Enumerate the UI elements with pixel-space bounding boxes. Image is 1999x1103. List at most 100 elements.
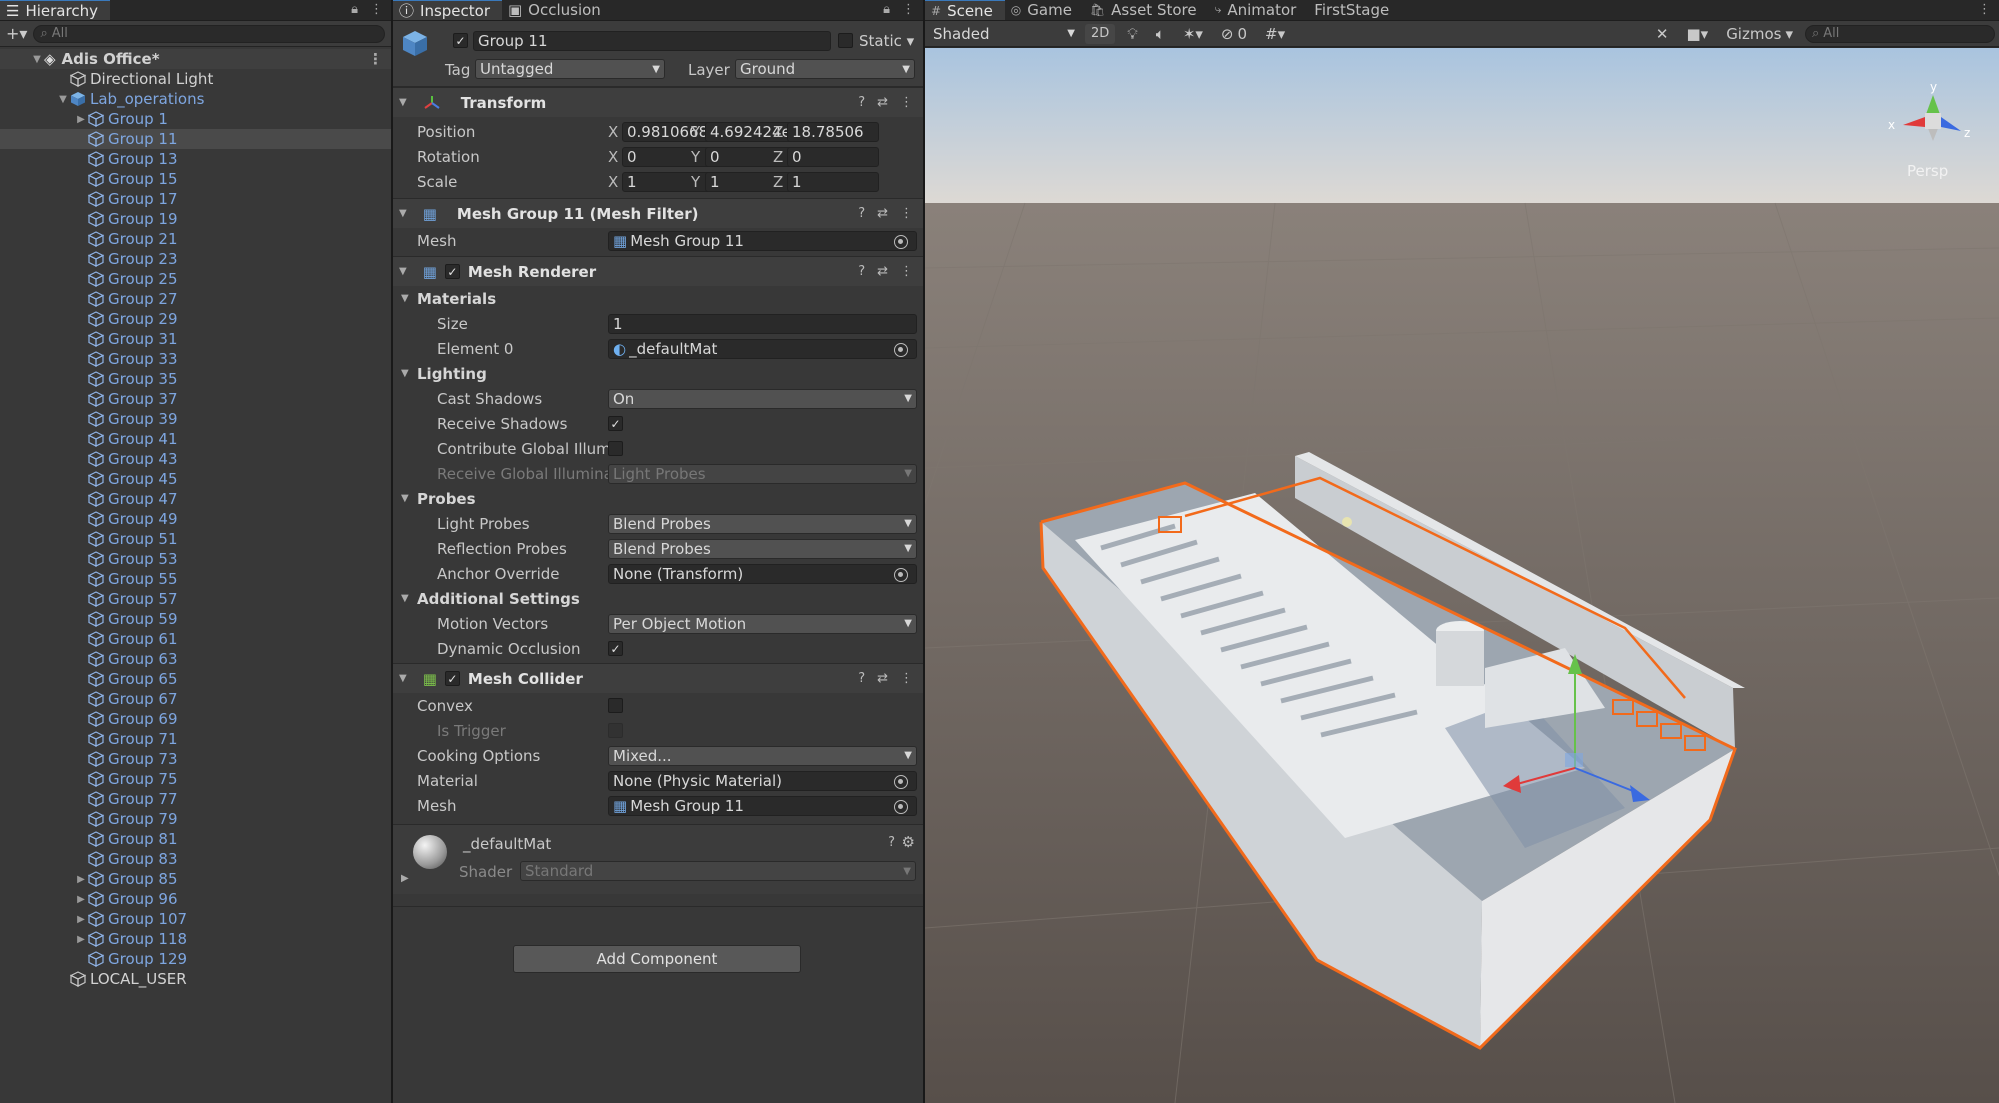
rotation-z-field[interactable]: 0 [787,146,879,167]
mesh-collider-enabled-checkbox[interactable]: ✓ [444,671,460,686]
scene-viewport[interactable]: y x z Persp [925,48,1999,1103]
hierarchy-item-group[interactable]: Group 27 [0,289,391,309]
receive-shadows-checkbox[interactable]: ✓ [608,416,623,431]
dynamic-occlusion-checkbox[interactable]: ✓ [608,641,623,656]
physic-material-object-field[interactable]: None (Physic Material) [608,770,917,791]
hierarchy-item-group[interactable]: Group 81 [0,829,391,849]
hierarchy-item-local-user[interactable]: LOCAL_USER [0,969,391,989]
mesh-object-field[interactable]: ▦ Mesh Group 11 [608,230,917,251]
tools-icon[interactable]: ✕ [1650,24,1675,44]
object-picker-icon[interactable] [894,234,908,249]
toggle-2d-button[interactable]: 2D [1085,23,1116,44]
mesh-renderer-header[interactable]: ▼ ▦ ✓ Mesh Renderer ? ⇄ ⋮ [393,256,923,286]
add-object-button[interactable]: +▾ [6,24,27,43]
kebab-menu-icon[interactable]: ⋮ [900,206,913,221]
foldout-arrow-icon[interactable]: ▼ [399,266,407,277]
expand-arrow-icon[interactable]: ▶ [74,114,88,125]
lighting-section[interactable]: ▼ Lighting [393,361,923,386]
hierarchy-item-group[interactable]: Group 37 [0,389,391,409]
projection-label[interactable]: Persp [1907,162,1948,180]
active-checkbox[interactable]: ✓ [453,33,468,48]
kebab-menu-icon[interactable]: ⋮ [1978,2,1991,17]
help-icon[interactable]: ? [858,264,865,279]
hierarchy-item-group[interactable]: Group 77 [0,789,391,809]
expand-arrow-icon[interactable]: ▶ [74,934,88,945]
tab-animator[interactable]: ⤷ Animator [1209,0,1309,20]
scene-search-input[interactable]: ⌕ All [1805,24,1995,43]
hierarchy-item-group[interactable]: Group 49 [0,509,391,529]
kebab-menu-icon[interactable]: ⋮ [900,95,913,110]
mesh-renderer-enabled-checkbox[interactable]: ✓ [444,264,460,279]
hierarchy-item-lab-operations[interactable]: ▼ Lab_operations [0,89,391,109]
hierarchy-item-group[interactable]: Group 17 [0,189,391,209]
help-icon[interactable]: ? [858,95,865,110]
grid-toggle-icon[interactable]: #▾ [1259,24,1291,44]
axis-z-label[interactable]: Z [773,173,783,191]
convex-checkbox[interactable] [608,698,623,713]
hierarchy-item-group[interactable]: Group 25 [0,269,391,289]
axis-z-label[interactable]: Z [773,148,783,166]
transform-header[interactable]: ▼ Transform ? ⇄ ⋮ [393,87,923,117]
axis-x-label[interactable]: X [608,123,618,141]
lock-icon[interactable]: 🔒︎ [883,2,890,17]
hierarchy-item-group[interactable]: Group 63 [0,649,391,669]
hierarchy-item-group[interactable]: ▶ Group 85 [0,869,391,889]
hierarchy-item-group[interactable]: Group 45 [0,469,391,489]
hierarchy-item-group[interactable]: ▶ Group 107 [0,909,391,929]
foldout-arrow-icon[interactable]: ▼ [399,208,407,219]
help-icon[interactable]: ? [858,206,865,221]
hierarchy-item-group[interactable]: Group 83 [0,849,391,869]
tab-asset-store[interactable]: 🛍︎ Asset Store [1084,0,1209,20]
hierarchy-item-group[interactable]: Group 59 [0,609,391,629]
axis-y-label[interactable]: Y [691,148,701,166]
object-picker-icon[interactable] [894,774,908,789]
hierarchy-item-group[interactable]: Group 55 [0,569,391,589]
hierarchy-item-group[interactable]: Group 39 [0,409,391,429]
hierarchy-item-group[interactable]: Group 53 [0,549,391,569]
hierarchy-item-group[interactable]: Group 43 [0,449,391,469]
probes-section[interactable]: ▼ Probes [393,486,923,511]
hierarchy-item-group[interactable]: ▶ Group 118 [0,929,391,949]
object-picker-icon[interactable] [894,342,908,357]
hierarchy-item-group[interactable]: ▶ Group 1 [0,109,391,129]
hierarchy-item-group[interactable]: Group 29 [0,309,391,329]
preset-icon[interactable]: ⇄ [877,95,888,110]
foldout-arrow-icon[interactable]: ▼ [401,493,409,504]
preset-icon[interactable]: ⇄ [877,671,888,686]
foldout-arrow-icon[interactable]: ▼ [399,97,407,108]
tab-game[interactable]: ◎ Game [1005,0,1084,20]
reflection-probes-dropdown[interactable]: Blend Probes ▼ [608,538,917,559]
additional-settings-section[interactable]: ▼ Additional Settings [393,586,923,611]
hidden-objects-icon[interactable]: ⊘ 0 [1215,24,1253,44]
object-name-field[interactable]: Group 11 [473,31,831,51]
hierarchy-item-group[interactable]: Group 69 [0,709,391,729]
cooking-options-dropdown[interactable]: Mixed... ▼ [608,745,917,766]
foldout-arrow-icon[interactable]: ▼ [401,593,409,604]
static-checkbox[interactable] [838,33,853,48]
mesh-collider-header[interactable]: ▼ ▦ ✓ Mesh Collider ? ⇄ ⋮ [393,663,923,693]
hierarchy-item-group[interactable]: Group 75 [0,769,391,789]
hierarchy-item-group[interactable]: Group 23 [0,249,391,269]
foldout-arrow-icon[interactable]: ▼ [401,368,409,379]
axis-z-label[interactable]: Z [773,123,783,141]
hierarchy-item-group[interactable]: Group 57 [0,589,391,609]
tab-scene[interactable]: # Scene [925,0,1005,20]
foldout-arrow-icon[interactable]: ▼ [401,293,409,304]
shading-mode-dropdown[interactable]: Shaded ▼ [929,23,1079,44]
hierarchy-item-group[interactable]: Group 21 [0,229,391,249]
hierarchy-item-group[interactable]: ▶ Group 96 [0,889,391,909]
hierarchy-item-group[interactable]: Group 73 [0,749,391,769]
tab-occlusion[interactable]: ▣ Occlusion [502,0,613,20]
expand-arrow-icon[interactable]: ▶ [74,874,88,885]
lock-icon[interactable]: 🔒︎ [351,2,358,17]
hierarchy-item-group[interactable]: Group 71 [0,729,391,749]
collider-mesh-object-field[interactable]: ▦ Mesh Group 11 [608,795,917,816]
tab-inspector[interactable]: ⓘ Inspector [393,0,502,20]
preset-icon[interactable]: ⇄ [877,264,888,279]
help-icon[interactable]: ? [888,835,895,850]
foldout-arrow-icon[interactable]: ▶ [401,873,409,884]
effects-toggle-icon[interactable]: ✶▾ [1177,24,1209,44]
scale-z-field[interactable]: 1 [787,171,879,192]
light-gizmo-icon[interactable] [1342,517,1352,527]
lighting-toggle-icon[interactable]: 💡︎ [1121,24,1144,44]
